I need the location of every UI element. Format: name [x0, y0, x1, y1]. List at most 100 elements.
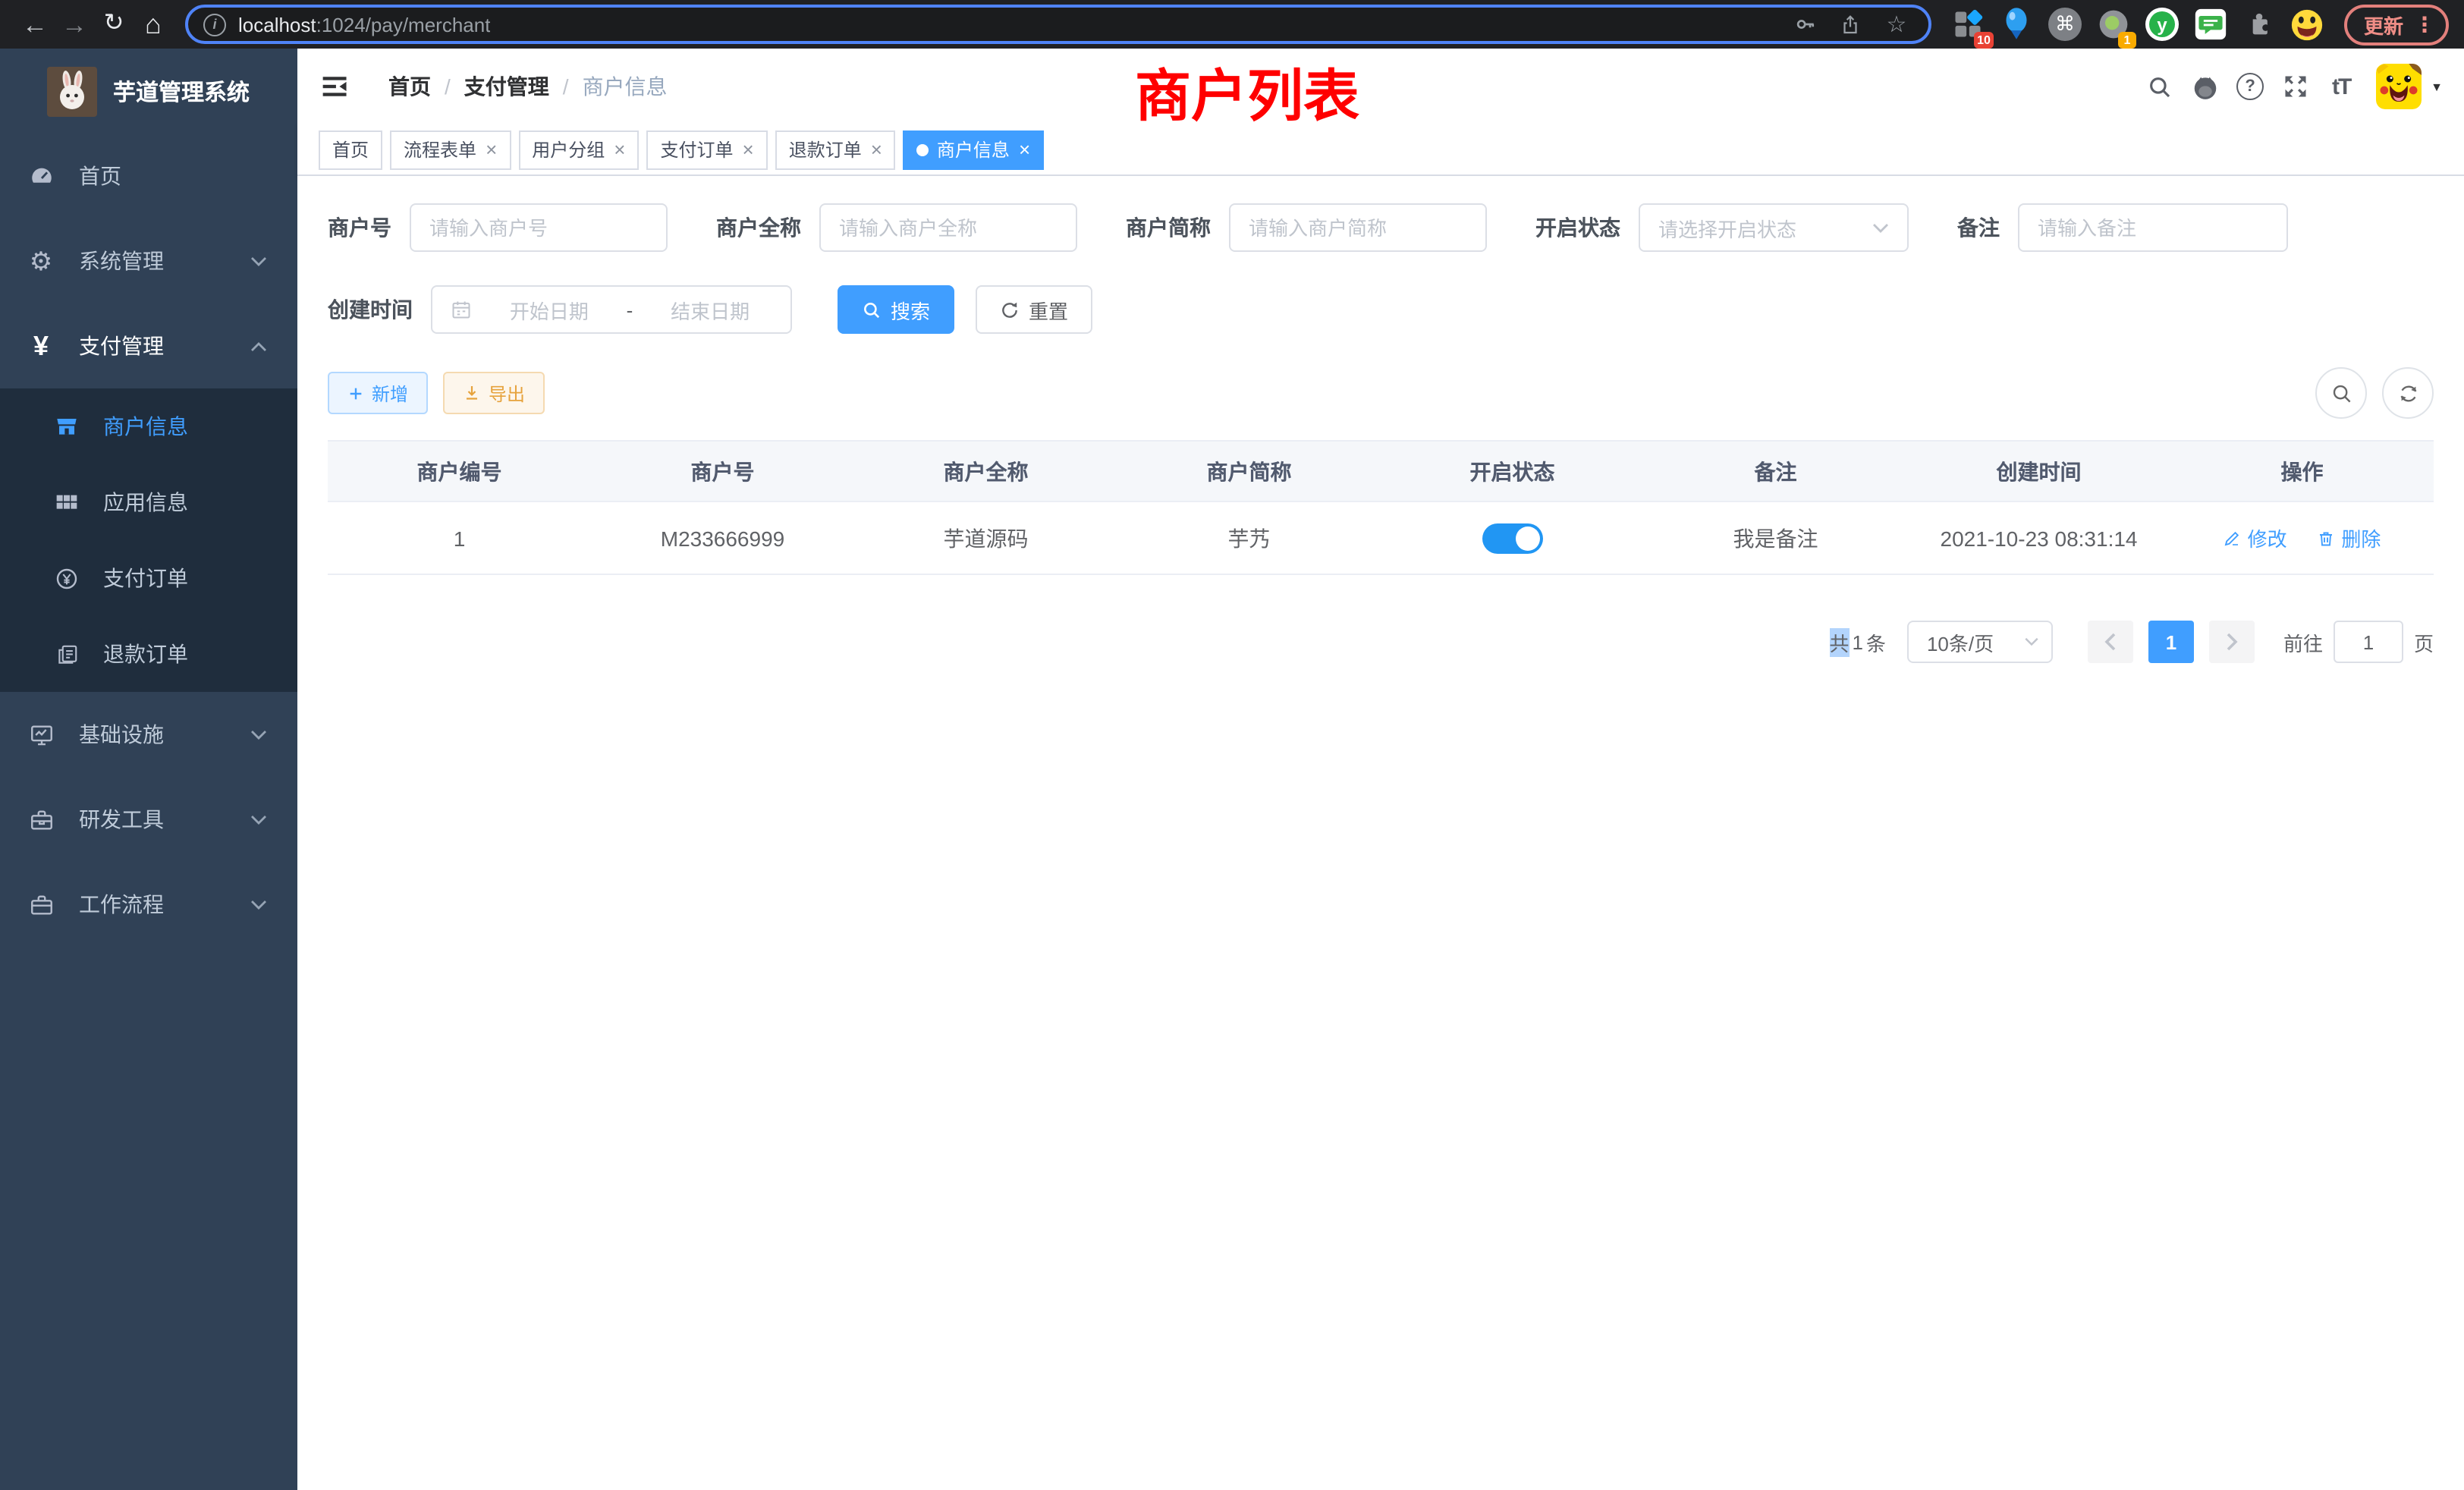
extension-y-icon[interactable]: y [2142, 5, 2182, 44]
sidebar-collapse-icon[interactable] [319, 70, 352, 103]
edit-link[interactable]: 修改 [2224, 523, 2287, 552]
help-icon[interactable]: ? [2227, 64, 2273, 109]
status-toggle[interactable] [1482, 523, 1543, 553]
cell-short-name: 芋艿 [1117, 501, 1381, 574]
extension-balloon-icon[interactable] [1997, 5, 2036, 44]
breadcrumb: 首页 / 支付管理 / 商户信息 [388, 71, 668, 102]
extension-puzzle-icon[interactable] [2239, 5, 2279, 44]
prev-page-button[interactable] [2088, 621, 2133, 663]
payment-submenu: 商户信息 应用信息 支付订单 [0, 388, 297, 692]
refresh-table-button[interactable] [2382, 367, 2434, 419]
create-time-range-picker[interactable]: 开始日期 - 结束日期 [431, 285, 792, 334]
active-tab-dot [917, 143, 929, 156]
close-icon[interactable]: × [871, 140, 882, 159]
page-content: 商户号 商户全称 商户简称 开启状态 请选择开启状态 [297, 176, 2464, 1490]
tab-user-group[interactable]: 用户分组 × [518, 130, 639, 169]
page-size-select[interactable]: 10条/页 [1907, 621, 2053, 663]
browser-home-icon[interactable]: ⌂ [134, 5, 173, 44]
sidebar-item-workflow[interactable]: 工作流程 [0, 862, 297, 947]
extension-recorder-icon[interactable]: 1 [2094, 5, 2133, 44]
browser-update-button[interactable]: 更新 ⋮ [2344, 4, 2449, 45]
page-info-icon[interactable]: i [203, 13, 226, 36]
next-page-button[interactable] [2209, 621, 2255, 663]
refresh-icon [2396, 382, 2419, 404]
password-key-icon[interactable] [1789, 12, 1822, 36]
export-button[interactable]: 导出 [443, 372, 545, 414]
merchant-no-field: 商户号 [328, 203, 668, 252]
search-button[interactable]: 搜索 [838, 285, 954, 334]
user-avatar[interactable] [2376, 64, 2422, 109]
status-select[interactable]: 请选择开启状态 [1639, 203, 1909, 252]
delete-link[interactable]: 删除 [2317, 523, 2381, 552]
extension-emoji-icon[interactable] [2288, 5, 2327, 44]
browser-forward-icon[interactable]: → [55, 5, 94, 44]
tab-merchant-info[interactable]: 商户信息 × [904, 130, 1044, 169]
extension-command-icon[interactable]: ⌘ [2045, 5, 2085, 44]
update-label: 更新 [2364, 10, 2403, 39]
breadcrumb-payment[interactable]: 支付管理 [464, 71, 549, 102]
sidebar-item-infrastructure[interactable]: 基础设施 [0, 692, 297, 777]
avatar-caret-icon[interactable]: ▼ [2431, 80, 2443, 93]
close-icon[interactable]: × [1019, 140, 1030, 159]
tab-refund-order[interactable]: 退款订单 × [775, 130, 896, 169]
create-time-field: 创建时间 开始日期 - 结束日期 [328, 285, 792, 334]
breadcrumb-current: 商户信息 [583, 71, 668, 102]
monitor-chart-icon [27, 721, 55, 747]
sidebar-item-merchant-info[interactable]: 商户信息 [0, 388, 297, 464]
tags-view: 首页 流程表单 × 用户分组 × 支付订单 × 退款订单 × [297, 124, 2464, 176]
chevron-left-icon [2104, 633, 2117, 651]
col-short-name: 商户简称 [1117, 441, 1381, 501]
share-icon[interactable] [1834, 13, 1868, 36]
chevron-down-icon [250, 814, 267, 825]
cell-full-name: 芋道源码 [854, 501, 1117, 574]
sidebar-item-dev-tools[interactable]: 研发工具 [0, 777, 297, 862]
tab-process-form[interactable]: 流程表单 × [390, 130, 511, 169]
sidebar-item-home[interactable]: 首页 [0, 134, 297, 218]
sidebar-item-pay-order[interactable]: 支付订单 [0, 540, 297, 616]
merchant-no-input[interactable] [429, 216, 648, 239]
green-chat-icon [2194, 8, 2227, 41]
share-arrow-icon [1840, 13, 1862, 36]
toggle-search-button[interactable] [2315, 367, 2367, 419]
search-icon[interactable] [2136, 64, 2182, 109]
browser-back-icon[interactable]: ← [15, 5, 55, 44]
sidebar-item-label: 系统管理 [79, 246, 164, 276]
browser-menu-dots-icon[interactable]: ⋮ [2414, 11, 2435, 37]
short-name-input[interactable] [1249, 216, 1467, 239]
calendar-icon [451, 299, 472, 320]
field-label: 商户号 [328, 212, 391, 243]
puzzle-icon [2244, 9, 2274, 39]
full-name-input[interactable] [839, 216, 1058, 239]
url-text[interactable]: localhost:1024/pay/merchant [238, 13, 490, 36]
fullscreen-icon[interactable] [2273, 64, 2318, 109]
tab-home[interactable]: 首页 [319, 130, 382, 169]
field-label: 商户全称 [716, 212, 801, 243]
sidebar-item-app-info[interactable]: 应用信息 [0, 464, 297, 540]
date-end-placeholder: 结束日期 [648, 295, 772, 324]
font-size-icon[interactable]: tT [2318, 64, 2364, 109]
goto-page-input[interactable] [2334, 621, 2403, 663]
tab-pay-order[interactable]: 支付订单 × [646, 130, 767, 169]
bookmark-star-icon[interactable]: ☆ [1880, 11, 1913, 38]
sidebar-item-label: 支付订单 [103, 563, 188, 593]
address-bar[interactable]: i localhost:1024/pay/merchant ☆ [185, 5, 1931, 44]
refresh-icon [1000, 300, 1020, 319]
remark-input[interactable] [2038, 216, 2268, 239]
github-icon[interactable] [2182, 64, 2227, 109]
reset-button[interactable]: 重置 [976, 285, 1092, 334]
briefcase-icon [27, 891, 55, 917]
sidebar-item-system[interactable]: ⚙ 系统管理 [0, 218, 297, 303]
close-icon[interactable]: × [743, 140, 754, 159]
app-logo[interactable]: 芋道管理系统 [0, 49, 297, 134]
breadcrumb-home[interactable]: 首页 [388, 71, 431, 102]
extension-chat-icon[interactable] [2191, 5, 2230, 44]
close-icon[interactable]: × [614, 140, 625, 159]
field-label: 创建时间 [328, 294, 413, 325]
sidebar-item-refund-order[interactable]: 退款订单 [0, 616, 297, 692]
browser-reload-icon[interactable]: ↻ [94, 5, 134, 44]
extension-tiles-icon[interactable]: 10 [1948, 5, 1988, 44]
page-number-1[interactable]: 1 [2148, 621, 2194, 663]
add-button[interactable]: 新增 [328, 372, 428, 414]
sidebar-item-payment[interactable]: ¥ 支付管理 [0, 303, 297, 388]
close-icon[interactable]: × [486, 140, 497, 159]
